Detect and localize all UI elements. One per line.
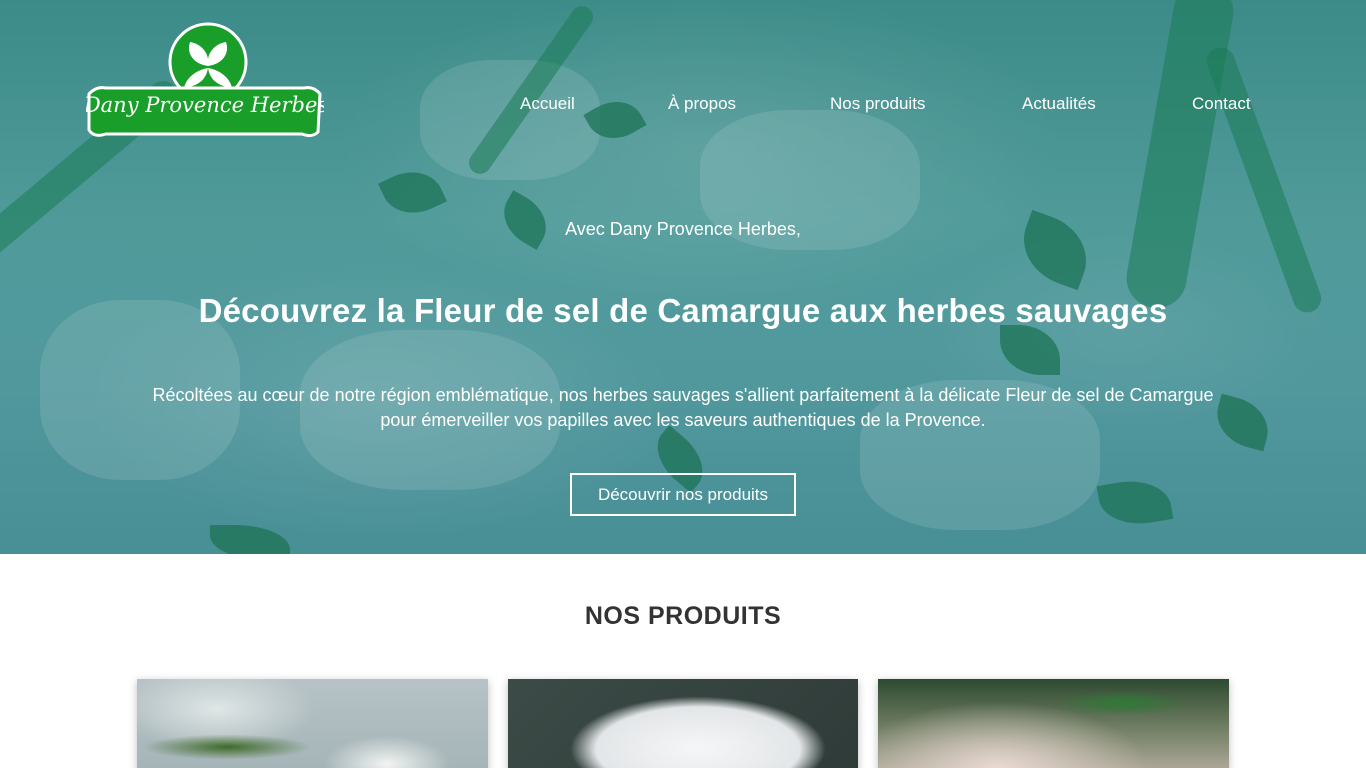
product-image bbox=[137, 727, 367, 767]
product-card-2[interactable] bbox=[508, 679, 858, 768]
discover-products-button[interactable]: Découvrir nos produits bbox=[570, 473, 796, 516]
brand-logo[interactable]: Dany Provence Herbes bbox=[86, 22, 324, 140]
nav-actualites[interactable]: Actualités bbox=[1022, 94, 1096, 114]
product-card-1[interactable] bbox=[137, 679, 488, 768]
nav-contact[interactable]: Contact bbox=[1192, 94, 1251, 114]
hero-headline: Découvrez la Fleur de sel de Camargue au… bbox=[198, 292, 1168, 329]
products-section-title: NOS PRODUITS bbox=[584, 602, 782, 630]
nav-a-propos[interactable]: À propos bbox=[668, 94, 736, 114]
svg-text:Dany Provence Herbes: Dany Provence Herbes bbox=[86, 93, 324, 117]
nav-nos-produits[interactable]: Nos produits bbox=[830, 94, 925, 114]
product-image bbox=[1028, 683, 1218, 733]
nav-accueil[interactable]: Accueil bbox=[520, 94, 575, 114]
logo-graphic: Dany Provence Herbes bbox=[86, 22, 324, 138]
hero-lead: Récoltées au cœur de notre région emblém… bbox=[152, 385, 1214, 430]
product-card-3[interactable] bbox=[878, 679, 1229, 768]
hero-eyebrow: Avec Dany Provence Herbes, bbox=[565, 219, 801, 239]
